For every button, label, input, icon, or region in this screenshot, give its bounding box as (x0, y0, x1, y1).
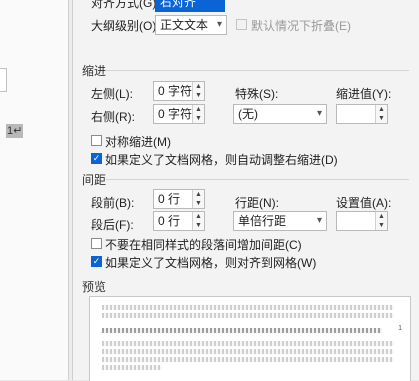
spin-up-icon[interactable]: ▲ (194, 82, 203, 91)
document-area: 1↵ (0, 0, 72, 380)
special-indent-value: (无) (238, 107, 258, 121)
spin-up-icon[interactable]: ▲ (194, 212, 203, 221)
preview-current-line (102, 328, 382, 333)
collapse-label: 默认情况下折叠(E) (251, 19, 351, 33)
spin-down-icon[interactable]: ▼ (377, 221, 386, 230)
spin-up-icon[interactable]: ▲ (194, 190, 203, 199)
preview-prev-line (102, 305, 394, 310)
chevron-down-icon: ▾ (316, 215, 322, 226)
chevron-down-icon: ▾ (216, 19, 222, 30)
spin-down-icon[interactable]: ▼ (194, 199, 203, 208)
spacing-section-title: 间距 (82, 173, 107, 187)
snap-grid-label: 如果定义了文档网格，则对齐到网格(W) (105, 256, 317, 270)
left-indent-spinner[interactable]: 0 字符 ▲ ▼ (153, 81, 205, 101)
preview-next-line (102, 357, 394, 362)
collapse-checkbox[interactable] (236, 19, 247, 30)
outline-level-select[interactable]: 正文文本 ▾ (155, 15, 227, 35)
line-spacing-label: 行距(N): (235, 196, 279, 210)
chevron-down-icon: ▾ (316, 108, 322, 119)
mirror-indent-checkbox[interactable] (91, 135, 102, 146)
left-indent-value: 0 字符 (158, 84, 193, 98)
right-indent-label: 右侧(R): (91, 110, 135, 124)
preview-page-number: 1 (398, 325, 402, 332)
indent-value-spinner[interactable]: ▲ ▼ (336, 104, 388, 124)
alignment-select[interactable]: 右对齐 (155, 0, 225, 12)
spinner-buttons: ▲ ▼ (192, 82, 204, 100)
spin-up-icon[interactable]: ▲ (194, 105, 203, 114)
left-indent-label: 左侧(L): (91, 87, 134, 101)
space-after-value: 0 行 (158, 214, 181, 228)
grid-adjust-checkbox[interactable]: ✓ (91, 153, 102, 164)
spin-up-icon[interactable]: ▲ (377, 212, 386, 221)
preview-next-line (102, 341, 394, 346)
space-after-spinner[interactable]: 0 行 ▲ ▼ (153, 211, 205, 231)
grid-adjust-label: 如果定义了文档网格，则自动调整右缩进(D) (105, 153, 338, 167)
special-indent-select[interactable]: (无) ▾ (233, 104, 327, 124)
spinner-buttons: ▲ ▼ (375, 105, 387, 123)
spinner-buttons: ▲ ▼ (192, 105, 204, 123)
spinner-buttons: ▲ ▼ (375, 212, 387, 230)
setting-value-spinner[interactable]: ▲ ▼ (336, 211, 388, 231)
checkmark-icon: ✓ (92, 153, 101, 163)
space-before-label: 段前(B): (91, 196, 135, 210)
preview-section-title: 预览 (82, 280, 107, 294)
preview-next-line (102, 365, 162, 370)
alignment-select-value: 右对齐 (160, 0, 197, 9)
snap-grid-checkbox[interactable]: ✓ (91, 256, 102, 267)
no-space-label: 不要在相同样式的段落间增加间距(C) (105, 238, 302, 252)
space-before-value: 0 行 (158, 192, 181, 206)
space-after-label: 段后(F): (91, 218, 134, 232)
page-margin-marker (0, 68, 7, 92)
special-indent-label: 特殊(S): (235, 87, 279, 101)
spacing-divider (106, 179, 409, 180)
indent-divider (106, 70, 409, 71)
indent-value-label: 缩进值(Y): (336, 87, 392, 101)
mirror-indent-label: 对称缩进(M) (105, 135, 171, 149)
indent-section-title: 缩进 (82, 64, 107, 78)
spinner-buttons: ▲ ▼ (192, 190, 204, 208)
outline-level-value: 正文文本 (160, 18, 209, 32)
no-space-checkbox[interactable] (91, 238, 102, 249)
spinner-buttons: ▲ ▼ (192, 212, 204, 230)
alignment-label: 对齐方式(G): (91, 0, 160, 10)
space-before-spinner[interactable]: 0 行 ▲ ▼ (153, 189, 205, 209)
line-spacing-value: 单倍行距 (238, 214, 287, 228)
preview-next-line (102, 349, 394, 354)
right-indent-value: 0 字符 (158, 107, 193, 121)
preview-pane: 1 (89, 296, 411, 381)
setting-value-label: 设置值(A): (336, 196, 392, 210)
spin-down-icon[interactable]: ▼ (194, 221, 203, 230)
right-indent-spinner[interactable]: 0 字符 ▲ ▼ (153, 104, 205, 124)
spin-down-icon[interactable]: ▼ (377, 114, 386, 123)
spin-down-icon[interactable]: ▼ (194, 114, 203, 123)
checkmark-icon: ✓ (92, 256, 101, 266)
preview-prev-line (102, 313, 394, 318)
spin-down-icon[interactable]: ▼ (194, 91, 203, 100)
document-text-selection[interactable]: 1↵ (6, 124, 24, 138)
spin-up-icon[interactable]: ▲ (377, 105, 386, 114)
outline-level-label: 大纲级别(O): (91, 19, 160, 33)
document-page[interactable]: 1↵ (0, 0, 69, 380)
line-spacing-select[interactable]: 单倍行距 ▾ (233, 211, 327, 231)
